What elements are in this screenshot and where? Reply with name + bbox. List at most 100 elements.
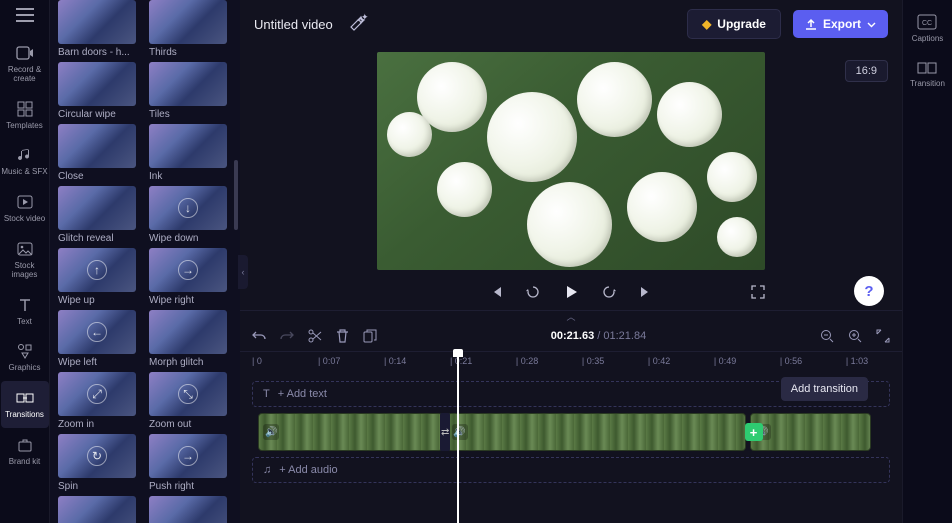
project-title[interactable]: Untitled video xyxy=(254,17,333,32)
nav-graphics[interactable]: Graphics xyxy=(1,334,49,381)
transition-label: Close xyxy=(58,171,141,182)
forward-button[interactable] xyxy=(601,284,617,300)
zoom-in-button[interactable] xyxy=(848,329,862,343)
transition-thumb[interactable]: ↓Wipe down xyxy=(149,186,232,244)
transition-thumb[interactable]: Tiles xyxy=(149,62,232,120)
transition-thumb[interactable]: →Wipe right xyxy=(149,248,232,306)
graphics-icon xyxy=(16,342,34,360)
captions-icon: CC xyxy=(917,14,937,30)
video-clip[interactable]: 🔊 xyxy=(258,413,443,451)
transition-thumb[interactable]: Close xyxy=(58,124,141,182)
transition-thumb[interactable]: Glitch reveal xyxy=(58,186,141,244)
transition-props-button[interactable]: Transition xyxy=(910,61,945,88)
help-button[interactable]: ? xyxy=(854,276,884,306)
transition-label: Circular wipe xyxy=(58,109,141,120)
skip-back-button[interactable] xyxy=(489,285,503,299)
arrow-icon: ← xyxy=(87,322,107,342)
transition-label: Wipe up xyxy=(58,295,141,306)
left-nav-sidebar: Record & create Templates Music & SFX St… xyxy=(0,0,50,523)
ruler-tick: | 0:21 xyxy=(450,356,472,366)
transition-handle[interactable]: ⇄ xyxy=(440,413,450,451)
ruler-tick: | 0:49 xyxy=(714,356,736,366)
ruler-tick: | 0:07 xyxy=(318,356,340,366)
nav-music-sfx[interactable]: Music & SFX xyxy=(1,138,49,185)
transition-thumb[interactable] xyxy=(58,496,141,523)
nav-transitions[interactable]: Transitions xyxy=(1,381,49,428)
nav-brand-kit[interactable]: Brand kit xyxy=(1,428,49,475)
nav-stock-images[interactable]: Stock images xyxy=(1,232,49,288)
brand-icon xyxy=(16,436,34,454)
transition-thumb[interactable]: ← Wipe left xyxy=(58,310,141,368)
undo-button[interactable] xyxy=(252,329,266,343)
timeline-collapse-button[interactable]: ︿ xyxy=(240,311,902,321)
aspect-ratio-button[interactable]: 16:9 xyxy=(845,60,888,82)
time-display: 00:21.63 / 01:21.84 xyxy=(391,330,806,342)
redo-button[interactable] xyxy=(280,329,294,343)
nav-templates[interactable]: Templates xyxy=(1,92,49,139)
play-button[interactable] xyxy=(563,284,579,300)
video-clip[interactable]: 🔊 xyxy=(447,413,747,451)
ruler-tick: | 0:35 xyxy=(582,356,604,366)
duplicate-button[interactable] xyxy=(363,329,377,343)
speaker-icon[interactable]: 🔊 xyxy=(263,424,279,440)
nav-stock-video[interactable]: Stock video xyxy=(1,185,49,232)
fullscreen-button[interactable] xyxy=(751,285,765,299)
delete-button[interactable] xyxy=(336,329,349,343)
fit-button[interactable] xyxy=(876,329,890,343)
transition-label: Wipe left xyxy=(58,357,141,368)
transition-thumb[interactable]: ⤡Zoom out xyxy=(149,372,232,430)
ruler-tick: | 0:56 xyxy=(780,356,802,366)
panel-collapse-button[interactable]: ‹ xyxy=(238,255,248,289)
transition-thumb[interactable]: Ink xyxy=(149,124,232,182)
add-transition-tooltip: Add transition xyxy=(781,377,868,401)
speaker-icon[interactable]: 🔊 xyxy=(452,424,468,440)
transition-thumb[interactable] xyxy=(149,496,232,523)
menu-icon[interactable] xyxy=(16,8,34,22)
nav-text[interactable]: Text xyxy=(1,288,49,335)
zoom-out-button[interactable] xyxy=(820,329,834,343)
transition-label: Spin xyxy=(58,481,141,492)
upgrade-button[interactable]: ◆ Upgrade xyxy=(687,9,781,39)
video-preview[interactable] xyxy=(377,52,765,270)
music-icon xyxy=(16,146,34,164)
ruler-tick: | 0:42 xyxy=(648,356,670,366)
transition-thumb[interactable]: ↑Wipe up xyxy=(58,248,141,306)
transition-thumb[interactable]: ⤢Zoom in xyxy=(58,372,141,430)
main-area: Untitled video ✦ ◆ Upgrade Export 16:9 xyxy=(240,0,902,523)
rewind-button[interactable] xyxy=(525,284,541,300)
skip-forward-button[interactable] xyxy=(639,285,653,299)
video-clip[interactable]: 🔊 xyxy=(750,413,871,451)
transition-label: Morph glitch xyxy=(149,357,232,368)
transition-thumb[interactable]: ↻ Spin xyxy=(58,434,141,492)
timeline: ︿ 00:21.63 / 01:21.84 | 0| 0:07| 0:14| 0… xyxy=(240,310,902,523)
add-transition-button[interactable]: + xyxy=(745,423,763,441)
arrow-icon: ↻ xyxy=(87,446,107,466)
transition-thumb[interactable]: Thirds xyxy=(149,0,232,58)
record-icon xyxy=(16,44,34,62)
transition-label: Ink xyxy=(149,171,232,182)
panel-scrollbar[interactable] xyxy=(234,160,238,230)
export-button[interactable]: Export xyxy=(793,10,888,38)
nav-record-create[interactable]: Record & create xyxy=(1,36,49,92)
upload-icon xyxy=(805,18,817,30)
timeline-ruler[interactable]: | 0| 0:07| 0:14| 0:21| 0:28| 0:35| 0:42|… xyxy=(240,351,902,373)
transition-label: Glitch reveal xyxy=(58,233,141,244)
diamond-icon: ◆ xyxy=(702,17,711,31)
transition-thumb[interactable]: →Push right xyxy=(149,434,232,492)
arrow-icon: ↓ xyxy=(178,198,198,218)
playhead[interactable] xyxy=(457,351,459,523)
transition-thumb[interactable]: Circular wipe xyxy=(58,62,141,120)
split-button[interactable] xyxy=(308,329,322,343)
transition-thumb[interactable]: Morph glitch xyxy=(149,310,232,368)
arrow-icon: → xyxy=(178,446,198,466)
arrow-icon: ⤡ xyxy=(178,384,198,404)
ruler-tick: | 1:03 xyxy=(846,356,868,366)
video-track[interactable]: Add transition 🔊🔊🔊⇄+ xyxy=(252,413,890,451)
transitions-panel: Barn doors - h...Thirds Circular wipe Tile… xyxy=(50,0,240,523)
text-icon xyxy=(16,296,34,314)
ruler-tick: | 0:28 xyxy=(516,356,538,366)
transition-thumb[interactable]: Barn doors - h... xyxy=(58,0,141,58)
captions-button[interactable]: CC Captions xyxy=(912,14,944,43)
audio-track[interactable]: ♫ + Add audio xyxy=(252,457,890,483)
magic-sparkle-button[interactable]: ✦ xyxy=(345,12,369,36)
